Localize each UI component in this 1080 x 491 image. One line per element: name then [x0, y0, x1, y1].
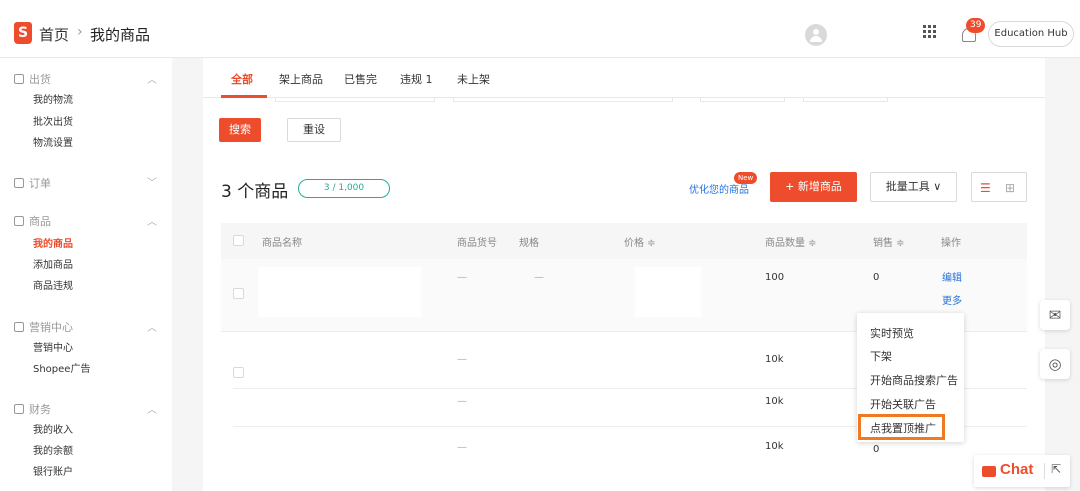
top-bar: S 首页 › 我的商品 39 Education Hub — [0, 0, 1080, 58]
menu-item-discovery-ads[interactable]: 开始关联广告 — [870, 396, 936, 412]
filter-field-edge — [275, 98, 435, 102]
sidebar-group-finance[interactable]: 财务 — [14, 401, 51, 417]
filter-field-edge — [453, 98, 673, 102]
select-all-checkbox[interactable] — [233, 235, 244, 246]
sidebar-item-shipping-settings[interactable]: 物流设置 — [33, 134, 73, 149]
column-variation: 规格 — [519, 238, 539, 249]
sidebar-item-my-shipment[interactable]: 我的物流 — [33, 91, 73, 106]
stock-value: 100 — [765, 272, 785, 283]
tab-unlisted[interactable]: 未上架 — [457, 71, 490, 87]
sidebar-item-bank-account[interactable]: 银行账户 — [33, 463, 73, 478]
tab-sold-out[interactable]: 已售完 — [344, 71, 377, 87]
page-title: 我的商品 — [90, 26, 151, 44]
column-actions: 操作 — [941, 238, 961, 249]
sku-value: — — [457, 396, 467, 407]
chat-label[interactable]: Chat — [1000, 461, 1033, 478]
menu-item-search-ads[interactable]: 开始商品搜索广告 — [870, 372, 958, 388]
column-price[interactable]: 价格 ≑ — [624, 234, 656, 249]
sidebar-item-my-balance[interactable]: 我的余额 — [33, 442, 73, 457]
sku-value: — — [457, 354, 467, 365]
view-toggle: ☰ ⊞ — [971, 172, 1027, 202]
shop-name-button[interactable]: Education Hub — [988, 21, 1074, 47]
sidebar-group-shipping[interactable]: 出货 — [14, 71, 51, 87]
chevron-up-icon[interactable]: ︿ — [147, 213, 157, 228]
chat-icon — [982, 466, 996, 477]
support-headset-icon[interactable]: ◎ — [1040, 349, 1070, 379]
chevron-up-icon[interactable]: ︿ — [147, 319, 157, 334]
sidebar-item-product-violations[interactable]: 商品违规 — [33, 277, 73, 292]
search-button[interactable]: 搜索 — [219, 118, 261, 142]
avatar[interactable] — [805, 24, 827, 46]
sidebar-item-add-product[interactable]: 添加商品 — [33, 256, 73, 271]
sidebar-item-marketing-centre[interactable]: 营销中心 — [33, 339, 73, 354]
sidebar-group-orders[interactable]: 订单 — [14, 175, 51, 191]
column-sales[interactable]: 销售 ≑ — [873, 234, 905, 249]
sidebar-item-shopee-ads[interactable]: Shopee广告 — [33, 360, 90, 375]
chat-widget[interactable]: Chat ⇱ — [974, 455, 1070, 487]
collapse-icon[interactable]: ⇱ — [1051, 462, 1061, 476]
sidebar: 出货 ︿ 我的物流 批次出货 物流设置 订单 ﹀ 商品 ︿ 我的商品 添加商品 … — [0, 58, 172, 491]
sales-value: 0 — [873, 272, 880, 283]
price-placeholder — [635, 267, 701, 317]
wallet-icon — [14, 404, 24, 414]
chevron-up-icon[interactable]: ︿ — [147, 71, 157, 86]
sku-value: — — [457, 442, 467, 453]
tag-icon — [14, 322, 24, 332]
row-checkbox[interactable] — [233, 288, 244, 299]
tab-all[interactable]: 全部 — [231, 71, 253, 87]
add-product-button[interactable]: + 新增商品 — [770, 172, 857, 202]
chat-divider — [1044, 463, 1045, 479]
active-tab-indicator — [221, 95, 267, 98]
boost-highlight-box — [858, 414, 945, 440]
notification-badge: 39 — [966, 18, 986, 33]
apps-grid-icon[interactable] — [923, 25, 937, 39]
chevron-up-icon[interactable]: ︿ — [147, 401, 157, 416]
breadcrumb-home[interactable]: 首页 — [39, 24, 69, 45]
stock-value: 10k — [765, 354, 784, 365]
sidebar-group-products[interactable]: 商品 — [14, 213, 51, 229]
sidebar-item-my-products[interactable]: 我的商品 — [33, 235, 73, 250]
shipping-icon — [14, 74, 24, 84]
column-sku: 商品货号 — [457, 238, 497, 249]
sales-value: 0 — [873, 444, 880, 455]
row-checkbox[interactable] — [233, 367, 244, 378]
menu-item-live-preview[interactable]: 实时预览 — [870, 325, 914, 341]
bulk-tools-dropdown[interactable]: 批量工具 ∨ — [870, 172, 957, 202]
chevron-down-icon[interactable]: ﹀ — [147, 174, 157, 189]
menu-item-delist[interactable]: 下架 — [870, 348, 892, 364]
list-view-icon[interactable]: ☰ — [980, 181, 991, 195]
table-header: 商品名称 商品货号 规格 价格 ≑ 商品数量 ≑ 销售 ≑ 操作 — [221, 223, 1027, 259]
breadcrumb-separator-icon: › — [77, 24, 83, 40]
mail-icon[interactable]: ✉ — [1040, 300, 1070, 330]
tab-violation[interactable]: 违规 1 — [400, 71, 433, 87]
column-product-name: 商品名称 — [262, 238, 302, 249]
variation-value: — — [534, 272, 544, 283]
sidebar-item-my-income[interactable]: 我的收入 — [33, 421, 73, 436]
shopee-logo[interactable]: S — [14, 22, 32, 44]
product-icon — [14, 216, 24, 226]
sidebar-item-mass-ship[interactable]: 批次出货 — [33, 113, 73, 128]
new-badge: New — [734, 172, 758, 184]
edit-link[interactable]: 编辑 — [942, 269, 962, 284]
product-quota-badge: 3 / 1,000 — [298, 179, 390, 198]
order-icon — [14, 178, 24, 188]
filter-field-edge — [700, 98, 785, 102]
grid-view-icon[interactable]: ⊞ — [1005, 181, 1015, 195]
product-count-title: 3 个商品 — [221, 182, 289, 202]
stock-value: 10k — [765, 396, 784, 407]
filter-field-edge — [803, 98, 888, 102]
column-stock[interactable]: 商品数量 ≑ — [765, 234, 817, 249]
reset-button[interactable]: 重设 — [287, 118, 341, 142]
tab-live[interactable]: 架上商品 — [279, 71, 323, 87]
sku-value: — — [457, 272, 467, 283]
more-link[interactable]: 更多 — [942, 292, 962, 307]
status-tabs: 全部 架上商品 已售完 违规 1 未上架 — [203, 58, 1045, 98]
stock-value: 10k — [765, 441, 784, 452]
product-name-placeholder[interactable] — [258, 267, 421, 317]
sidebar-group-marketing[interactable]: 营销中心 — [14, 319, 73, 335]
